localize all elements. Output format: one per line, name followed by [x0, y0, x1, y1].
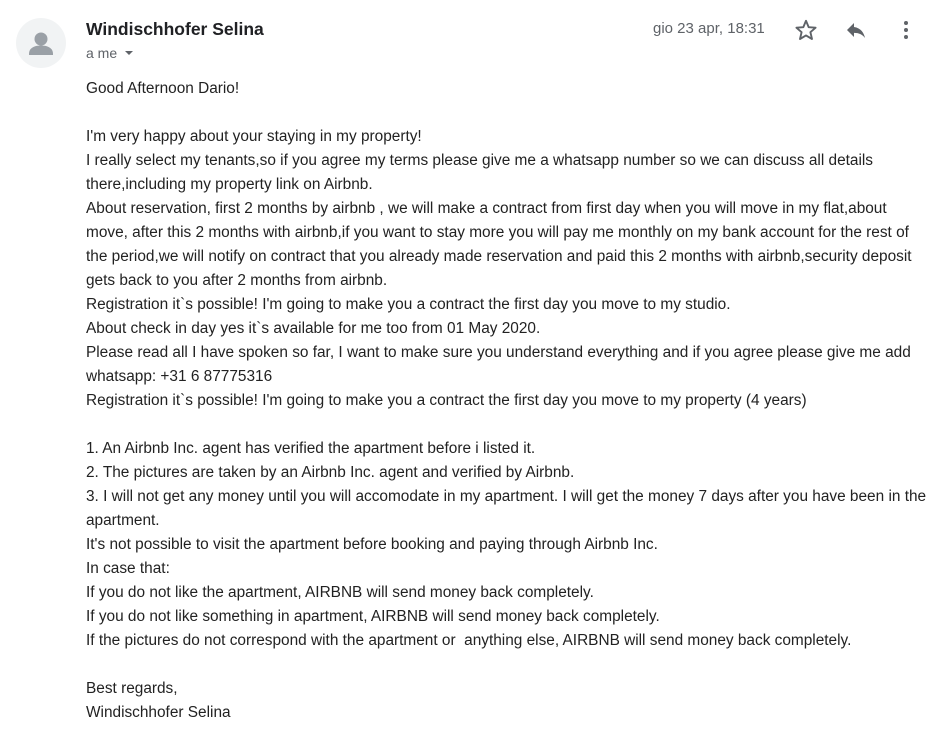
recipient-label: a me [86, 45, 118, 61]
greeting-line: Good Afternoon Dario! [86, 80, 240, 97]
reply-button[interactable] [840, 14, 872, 46]
body-line: 2. The pictures are taken by an Airbnb I… [86, 464, 575, 481]
star-button[interactable] [790, 14, 822, 46]
body-line: If the pictures do not correspond with t… [86, 632, 852, 649]
person-icon [29, 32, 53, 55]
body-line: Registration it`s possible! I'm going to… [86, 392, 807, 409]
more-options-button[interactable] [890, 14, 922, 46]
body-line: If you do not like something in apartmen… [86, 608, 660, 625]
closing-line: Best regards, [86, 680, 178, 697]
body-line: 1. An Airbnb Inc. agent has verified the… [86, 440, 536, 457]
body-line: About check in day yes it`s available fo… [86, 320, 541, 337]
star-icon [795, 19, 817, 40]
body-line: It's not possible to visit the apartment… [86, 536, 658, 553]
sender-avatar[interactable] [16, 18, 66, 68]
body-line: Please read all I have spoken so far, I … [86, 344, 916, 385]
signature-line: Windischhofer Selina [86, 704, 231, 721]
message-timestamp: gio 23 apr, 18:31 [653, 20, 765, 37]
body-line: I really select my tenants,so if you agr… [86, 152, 878, 193]
body-line: Registration it`s possible! I'm going to… [86, 296, 731, 313]
body-line: In case that: [86, 560, 170, 577]
caret-down-icon [121, 45, 137, 61]
reply-icon [847, 23, 865, 38]
email-message: Windischhofer Selina a me gio 23 apr, 18… [0, 0, 937, 730]
sender-name[interactable]: Windischhofer Selina [86, 19, 264, 40]
body-line: 3. I will not get any money until you wi… [86, 488, 931, 529]
body-line: I'm very happy about your staying in my … [86, 128, 422, 145]
more-vert-icon [904, 21, 908, 39]
body-line: If you do not like the apartment, AIRBNB… [86, 584, 594, 601]
body-line: About reservation, first 2 months by air… [86, 200, 916, 289]
recipient-toggle[interactable]: a me [86, 45, 137, 61]
message-body: Good Afternoon Dario! I'm very happy abo… [86, 77, 931, 725]
